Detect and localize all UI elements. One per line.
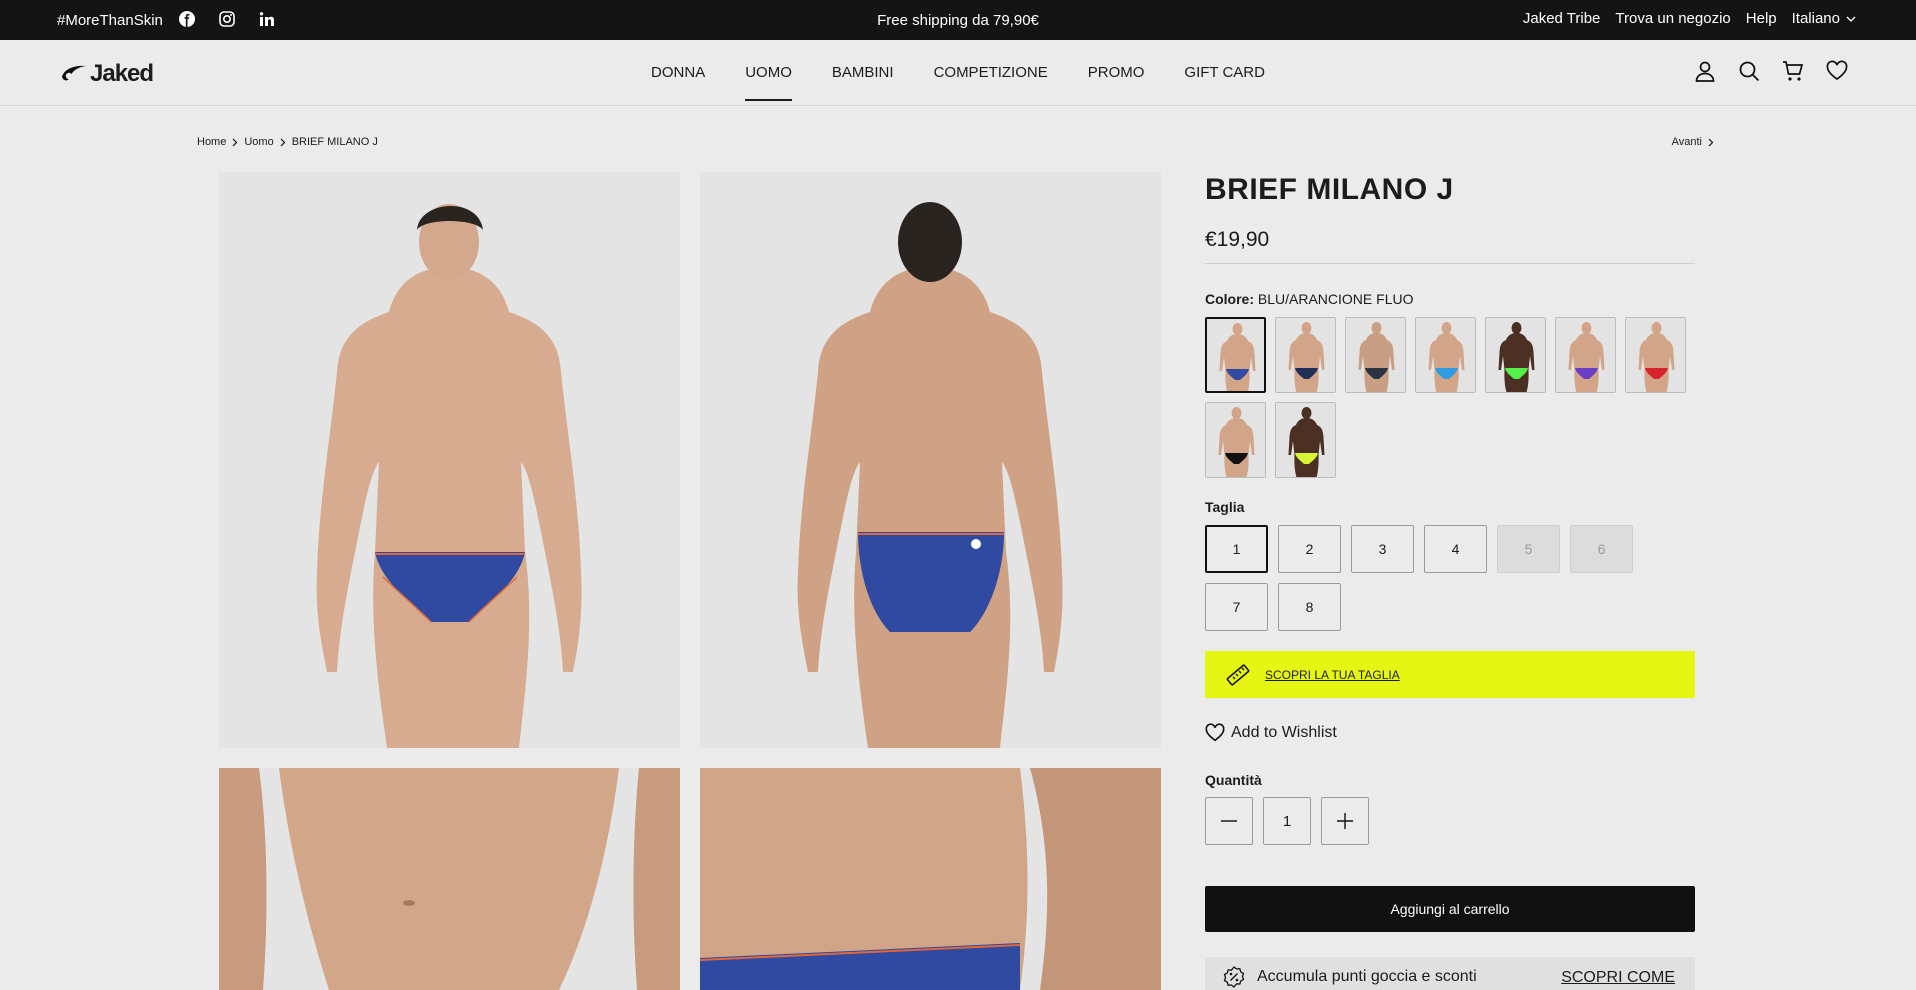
color-swatch[interactable] (1345, 317, 1406, 393)
color-swatch[interactable] (1555, 317, 1616, 393)
language-label: Italiano (1791, 10, 1840, 27)
product-image-back[interactable] (700, 172, 1161, 748)
breadcrumb-uomo[interactable]: Uomo (244, 136, 273, 148)
main-nav: DONNA UOMO BAMBINI COMPETIZIONE PROMO GI… (0, 64, 1916, 101)
breadcrumb-home[interactable]: Home (197, 136, 226, 148)
main-header: Jaked DONNA UOMO BAMBINI COMPETIZIONE PR… (0, 40, 1916, 106)
quantity-input[interactable]: 1 (1263, 797, 1311, 845)
chevron-down-icon (1846, 16, 1856, 22)
nav-donna[interactable]: DONNA (651, 64, 705, 101)
chevron-right-icon (232, 138, 238, 146)
discount-badge-icon (1223, 966, 1245, 988)
wishlist-heart-icon[interactable] (1824, 58, 1850, 84)
add-to-cart-button[interactable]: Aggiungi al carrello (1205, 886, 1695, 932)
nav-gift-card[interactable]: GIFT CARD (1184, 64, 1265, 101)
color-swatch[interactable] (1485, 317, 1546, 393)
color-swatch[interactable] (1275, 402, 1336, 478)
chevron-right-icon (1708, 138, 1714, 146)
size-label: Taglia (1205, 499, 1245, 515)
size-option-6: 6 (1570, 525, 1633, 573)
nav-uomo[interactable]: UOMO (745, 64, 792, 101)
color-label: Colore: (1205, 291, 1254, 307)
instagram-icon[interactable] (217, 9, 237, 29)
chevron-right-icon (280, 138, 286, 146)
color-label-row: Colore: BLU/ARANCIONE FLUO (1205, 291, 1413, 307)
color-swatch[interactable] (1415, 317, 1476, 393)
wishlist-label: Add to Wishlist (1231, 724, 1337, 741)
nav-competizione[interactable]: COMPETIZIONE (934, 64, 1048, 101)
logo-mark-icon (62, 65, 86, 81)
minus-icon (1221, 820, 1237, 822)
search-icon[interactable] (1736, 58, 1762, 84)
size-guide-banner[interactable]: SCOPRI LA TUA TAGLIA (1205, 651, 1695, 698)
size-option-5: 5 (1497, 525, 1560, 573)
product-image-detail-back[interactable] (700, 768, 1161, 990)
link-jaked-tribe[interactable]: Jaked Tribe (1523, 10, 1601, 27)
language-selector[interactable]: Italiano (1792, 10, 1856, 27)
cart-icon[interactable] (1780, 58, 1806, 84)
heart-icon (1205, 723, 1225, 742)
next-label: Avanti (1671, 136, 1702, 148)
size-option-1[interactable]: 1 (1205, 525, 1268, 573)
ruler-icon (1226, 664, 1250, 685)
size-option-7[interactable]: 7 (1205, 583, 1268, 631)
size-guide-link[interactable]: SCOPRI LA TUA TAGLIA (1265, 668, 1400, 682)
add-to-wishlist[interactable]: Add to Wishlist (1205, 723, 1337, 743)
product-title: BRIEF MILANO J (1205, 173, 1454, 206)
size-option-2[interactable]: 2 (1278, 525, 1341, 573)
points-link[interactable]: SCOPRI COME (1561, 969, 1675, 987)
product-price: €19,90 (1205, 228, 1270, 251)
size-option-8[interactable]: 8 (1278, 583, 1341, 631)
quantity-decrease-button[interactable] (1205, 797, 1253, 845)
breadcrumb-current: BRIEF MILANO J (291, 136, 378, 148)
nav-promo[interactable]: PROMO (1088, 64, 1145, 101)
free-shipping-text: Free shipping da 79,90€ (877, 12, 1039, 29)
linkedin-icon[interactable] (257, 9, 277, 29)
color-swatch[interactable] (1205, 402, 1266, 478)
brand-logo[interactable]: Jaked (60, 60, 154, 88)
divider (1205, 263, 1695, 264)
plus-icon (1337, 813, 1353, 829)
product-image-front[interactable] (219, 172, 680, 748)
points-text: Accumula punti goccia e sconti (1257, 968, 1477, 985)
next-product-link[interactable]: Avanti (1672, 136, 1714, 148)
link-store-locator[interactable]: Trova un negozio (1615, 10, 1730, 27)
breadcrumb: Home Uomo BRIEF MILANO J (197, 136, 378, 148)
announcement-bar: #MoreThanSkin Free shipping da 79,90€ Ja… (0, 0, 1916, 40)
color-swatch[interactable] (1205, 317, 1266, 393)
color-swatch[interactable] (1275, 317, 1336, 393)
account-icon[interactable] (1692, 58, 1718, 84)
product-image-detail-front[interactable] (219, 768, 680, 990)
color-value: BLU/ARANCIONE FLUO (1257, 291, 1414, 307)
quantity-label: Quantità (1205, 772, 1262, 788)
logo-text: Jaked (90, 60, 154, 87)
nav-bambini[interactable]: BAMBINI (832, 64, 894, 101)
link-help[interactable]: Help (1746, 10, 1777, 27)
facebook-icon[interactable] (177, 9, 197, 29)
loyalty-points-banner: Accumula punti goccia e sconti SCOPRI CO… (1205, 957, 1695, 990)
size-option-4[interactable]: 4 (1424, 525, 1487, 573)
color-swatch[interactable] (1625, 317, 1686, 393)
quantity-increase-button[interactable] (1321, 797, 1369, 845)
hashtag-text: #MoreThanSkin (57, 12, 163, 29)
size-option-3[interactable]: 3 (1351, 525, 1414, 573)
